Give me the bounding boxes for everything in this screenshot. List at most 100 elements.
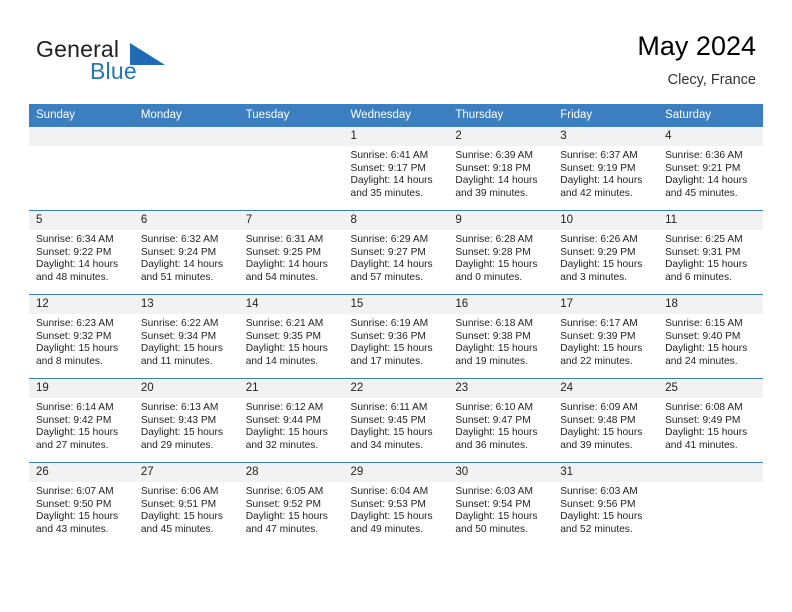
daylight-duration-line1: Daylight: 15 hours: [245, 343, 328, 355]
day-details: Sunrise: 6:34 AM Sunset: 9:22 PM Daylight:…: [29, 230, 134, 284]
sunset-time: Sunset: 9:51 PM: [140, 498, 217, 510]
sunrise-time: Sunrise: 6:29 AM: [350, 234, 429, 245]
day-number: 26: [29, 463, 134, 482]
calendar-day-cell[interactable]: 14 Sunrise: 6:21 AM Sunset: 9:35 PM Dayligh…: [238, 294, 344, 379]
calendar-day-cell[interactable]: [658, 462, 763, 546]
sunrise-time: Sunrise: 6:13 AM: [140, 402, 219, 413]
sunrise-time: Sunrise: 6:03 AM: [560, 486, 638, 497]
calendar-day-cell[interactable]: 25 Sunrise: 6:08 AM Sunset: 9:49 PM Dayligh…: [658, 378, 763, 463]
sunset-time: Sunset: 9:17 PM: [350, 162, 426, 174]
daylight-duration-line1: Daylight: 15 hours: [36, 427, 119, 439]
calendar-day-cell[interactable]: 27 Sunrise: 6:06 AM Sunset: 9:51 PM Dayligh…: [133, 462, 239, 546]
calendar-day-cell[interactable]: 12 Sunrise: 6:23 AM Sunset: 9:32 PM Dayligh…: [29, 294, 134, 379]
calendar-day-cell[interactable]: 22 Sunrise: 6:11 AM Sunset: 9:45 PM Dayligh…: [343, 378, 449, 463]
sunrise-time: Sunrise: 6:09 AM: [560, 402, 638, 413]
calendar-day-cell[interactable]: 28 Sunrise: 6:05 AM Sunset: 9:52 PM Dayligh…: [238, 462, 344, 546]
day-cell-content: 3 Sunrise: 6:37 AM Sunset: 9:19 PM Daylight…: [553, 127, 659, 210]
day-cell-content: 19 Sunrise: 6:14 AM Sunset: 9:42 PM Dayligh…: [29, 379, 134, 462]
day-number: 21: [238, 379, 344, 398]
daylight-duration-line2: and 48 minutes.: [36, 271, 109, 283]
calendar-day-cell[interactable]: 3 Sunrise: 6:37 AM Sunset: 9:19 PM Daylight…: [553, 126, 659, 211]
calendar-day-cell[interactable]: [133, 126, 239, 211]
daylight-duration-line1: Daylight: 14 hours: [350, 175, 433, 187]
day-cell-content: 12 Sunrise: 6:23 AM Sunset: 9:32 PM Dayligh…: [29, 295, 134, 378]
calendar-day-cell[interactable]: 30 Sunrise: 6:03 AM Sunset: 9:54 PM Dayligh…: [448, 462, 554, 546]
day-details: Sunrise: 6:10 AM Sunset: 9:47 PM Daylight:…: [448, 398, 553, 452]
calendar-day-cell[interactable]: 21 Sunrise: 6:12 AM Sunset: 9:44 PM Dayligh…: [238, 378, 344, 463]
calendar-day-cell[interactable]: 7 Sunrise: 6:31 AM Sunset: 9:25 PM Daylight…: [238, 210, 344, 295]
calendar-day-cell[interactable]: 23 Sunrise: 6:10 AM Sunset: 9:47 PM Dayligh…: [448, 378, 554, 463]
calendar-day-cell[interactable]: 20 Sunrise: 6:13 AM Sunset: 9:43 PM Dayligh…: [133, 378, 239, 463]
daylight-duration-line1: Daylight: 15 hours: [245, 427, 328, 439]
calendar-day-cell[interactable]: [29, 126, 134, 211]
day-cell-content: 28 Sunrise: 6:05 AM Sunset: 9:52 PM Dayligh…: [238, 463, 344, 546]
sunset-time: Sunset: 9:53 PM: [350, 498, 426, 510]
daylight-duration-line1: Daylight: 14 hours: [560, 175, 643, 187]
day-details: Sunrise: 6:05 AM Sunset: 9:52 PM Daylight:…: [239, 482, 344, 536]
daylight-duration-line1: Daylight: 15 hours: [350, 511, 433, 523]
sunrise-time: Sunrise: 6:07 AM: [36, 486, 114, 497]
calendar-day-cell[interactable]: 6 Sunrise: 6:32 AM Sunset: 9:24 PM Daylight…: [133, 210, 239, 295]
calendar-day-cell[interactable]: 1 Sunrise: 6:41 AM Sunset: 9:17 PM Daylight…: [343, 126, 449, 211]
calendar-day-cell[interactable]: 31 Sunrise: 6:03 AM Sunset: 9:56 PM Dayligh…: [553, 462, 659, 546]
calendar-day-cell[interactable]: 10 Sunrise: 6:26 AM Sunset: 9:29 PM Dayligh…: [553, 210, 659, 295]
day-details: Sunrise: 6:17 AM Sunset: 9:39 PM Daylight:…: [553, 314, 658, 368]
day-number: 12: [29, 295, 134, 314]
daylight-duration-line2: and 52 minutes.: [560, 523, 633, 535]
sunset-time: Sunset: 9:52 PM: [245, 498, 322, 510]
calendar-day-cell[interactable]: 4 Sunrise: 6:36 AM Sunset: 9:21 PM Daylight…: [658, 126, 763, 211]
sunrise-time: Sunrise: 6:32 AM: [140, 234, 219, 245]
calendar-day-cell[interactable]: 9 Sunrise: 6:28 AM Sunset: 9:28 PM Daylight…: [448, 210, 554, 295]
sunrise-time: Sunrise: 6:41 AM: [350, 150, 429, 161]
day-cell-content: [238, 127, 344, 210]
sunrise-time: Sunrise: 6:11 AM: [350, 402, 428, 413]
daylight-duration-line1: Daylight: 14 hours: [350, 259, 433, 271]
day-number: 11: [658, 211, 763, 230]
daylight-duration-line2: and 54 minutes.: [245, 271, 319, 283]
calendar-day-cell[interactable]: 16 Sunrise: 6:18 AM Sunset: 9:38 PM Dayligh…: [448, 294, 554, 379]
daylight-duration-line2: and 3 minutes.: [560, 271, 628, 283]
calendar-day-cell[interactable]: 29 Sunrise: 6:04 AM Sunset: 9:53 PM Dayligh…: [343, 462, 449, 546]
day-details: Sunrise: 6:41 AM Sunset: 9:17 PM Daylight:…: [344, 146, 449, 200]
weekday-header-thursday: Thursday: [448, 104, 554, 127]
calendar-day-cell[interactable]: 11 Sunrise: 6:25 AM Sunset: 9:31 PM Dayligh…: [658, 210, 763, 295]
daylight-duration-line2: and 35 minutes.: [350, 187, 424, 199]
day-details: Sunrise: 6:21 AM Sunset: 9:35 PM Daylight:…: [239, 314, 344, 368]
calendar-week-row: 5 Sunrise: 6:34 AM Sunset: 9:22 PM Daylight…: [29, 210, 763, 295]
daylight-duration-line2: and 6 minutes.: [665, 271, 732, 283]
day-cell-content: 5 Sunrise: 6:34 AM Sunset: 9:22 PM Daylight…: [29, 211, 134, 294]
calendar-day-cell[interactable]: [238, 126, 344, 211]
calendar-day-cell[interactable]: 2 Sunrise: 6:39 AM Sunset: 9:18 PM Daylight…: [448, 126, 554, 211]
day-details: Sunrise: 6:11 AM Sunset: 9:45 PM Daylight:…: [344, 398, 449, 452]
sunrise-time: Sunrise: 6:04 AM: [350, 486, 429, 497]
sunrise-time: Sunrise: 6:39 AM: [455, 150, 533, 161]
sunset-time: Sunset: 9:35 PM: [245, 330, 322, 342]
day-number: [29, 127, 134, 146]
calendar-day-cell[interactable]: 24 Sunrise: 6:09 AM Sunset: 9:48 PM Dayligh…: [553, 378, 659, 463]
calendar-week-row: 19 Sunrise: 6:14 AM Sunset: 9:42 PM Dayligh…: [29, 378, 763, 463]
calendar-day-cell[interactable]: 26 Sunrise: 6:07 AM Sunset: 9:50 PM Dayligh…: [29, 462, 134, 546]
sunset-time: Sunset: 9:28 PM: [455, 246, 531, 258]
sunset-time: Sunset: 9:43 PM: [140, 414, 217, 426]
day-number: 27: [133, 463, 239, 482]
daylight-duration-line2: and 39 minutes.: [560, 439, 633, 451]
calendar-day-cell[interactable]: 13 Sunrise: 6:22 AM Sunset: 9:34 PM Dayligh…: [133, 294, 239, 379]
sunset-time: Sunset: 9:31 PM: [665, 246, 741, 258]
calendar-day-cell[interactable]: 19 Sunrise: 6:14 AM Sunset: 9:42 PM Dayligh…: [29, 378, 134, 463]
calendar-day-cell[interactable]: 8 Sunrise: 6:29 AM Sunset: 9:27 PM Daylight…: [343, 210, 449, 295]
day-details: Sunrise: 6:36 AM Sunset: 9:21 PM Daylight:…: [658, 146, 763, 200]
day-cell-content: 17 Sunrise: 6:17 AM Sunset: 9:39 PM Dayligh…: [553, 295, 659, 378]
calendar-day-cell[interactable]: 17 Sunrise: 6:17 AM Sunset: 9:39 PM Dayligh…: [553, 294, 659, 379]
calendar-day-cell[interactable]: 18 Sunrise: 6:15 AM Sunset: 9:40 PM Dayligh…: [658, 294, 763, 379]
day-details: Sunrise: 6:09 AM Sunset: 9:48 PM Daylight:…: [553, 398, 658, 452]
sunrise-time: Sunrise: 6:21 AM: [245, 318, 324, 329]
day-number: 28: [238, 463, 344, 482]
daylight-duration-line2: and 0 minutes.: [455, 271, 523, 283]
day-cell-content: [133, 127, 239, 210]
daylight-duration-line2: and 34 minutes.: [350, 439, 424, 451]
calendar-body: 1 Sunrise: 6:41 AM Sunset: 9:17 PM Daylight…: [29, 126, 763, 546]
day-cell-content: 25 Sunrise: 6:08 AM Sunset: 9:49 PM Dayligh…: [658, 379, 763, 462]
calendar-day-cell[interactable]: 5 Sunrise: 6:34 AM Sunset: 9:22 PM Daylight…: [29, 210, 134, 295]
sunset-time: Sunset: 9:47 PM: [455, 414, 531, 426]
calendar-day-cell[interactable]: 15 Sunrise: 6:19 AM Sunset: 9:36 PM Dayligh…: [343, 294, 449, 379]
